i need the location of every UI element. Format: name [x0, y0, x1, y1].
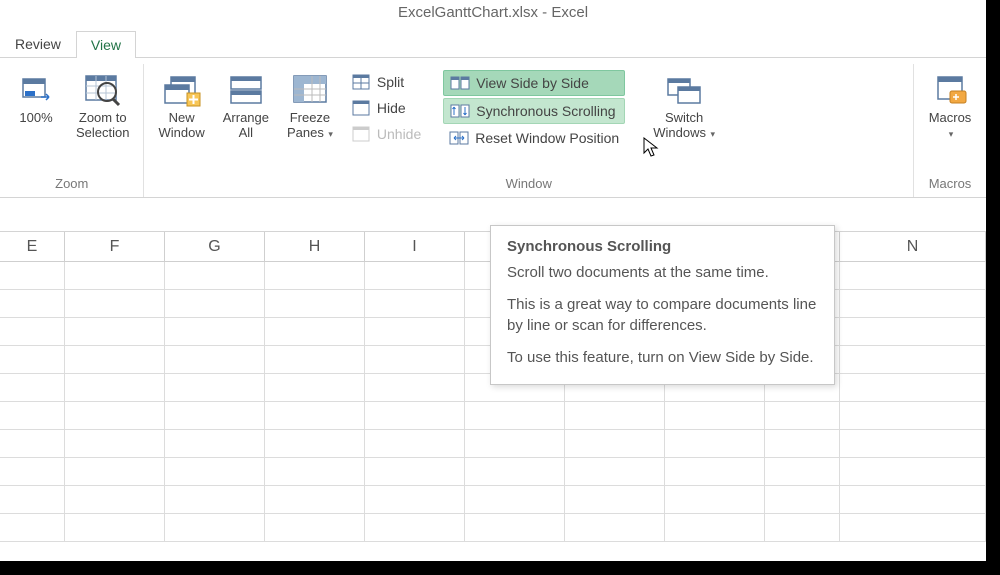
arrange-all-label: Arrange All	[223, 110, 269, 140]
freeze-panes-icon	[292, 70, 328, 110]
macros-label: Macros	[929, 110, 972, 125]
new-window-button[interactable]: New Window	[152, 66, 210, 174]
split-button[interactable]: Split	[345, 70, 427, 94]
new-window-label: New Window	[158, 110, 204, 140]
reset-window-icon	[449, 129, 469, 147]
zoom-selection-icon	[83, 70, 123, 110]
group-zoom-label: Zoom	[8, 174, 135, 195]
column-header[interactable]: E	[0, 232, 65, 261]
side-by-side-icon	[450, 74, 470, 92]
chevron-down-icon: ▾	[706, 129, 715, 139]
sync-scroll-icon	[450, 102, 470, 120]
tab-review[interactable]: Review	[0, 30, 76, 57]
column-header[interactable]: I	[365, 232, 465, 261]
arrange-all-button[interactable]: Arrange All	[217, 66, 275, 174]
group-window-label: Window	[152, 174, 905, 195]
zoom-to-selection-button[interactable]: Zoom to Selection	[70, 66, 135, 174]
reset-window-label: Reset Window Position	[475, 130, 619, 146]
group-macros-label: Macros	[922, 174, 978, 195]
window-title: ExcelGanttChart.xlsx - Excel	[398, 4, 588, 21]
column-header[interactable]: N	[840, 232, 986, 261]
synchronous-scrolling-button[interactable]: Synchronous Scrolling	[443, 98, 625, 124]
tooltip-p3: To use this feature, turn on View Side b…	[507, 348, 818, 368]
unhide-button: Unhide	[345, 122, 427, 146]
column-header[interactable]: H	[265, 232, 365, 261]
ribbon: 100% Zoom to Selection Zoom New Window	[0, 58, 986, 198]
freeze-panes-button[interactable]: Freeze Panes ▾	[281, 66, 339, 174]
column-header[interactable]: G	[165, 232, 265, 261]
hide-label: Hide	[377, 100, 406, 116]
macros-icon	[932, 70, 968, 110]
tooltip-p1: Scroll two documents at the same time.	[507, 263, 818, 283]
sync-scrolling-label: Synchronous Scrolling	[476, 103, 615, 119]
reset-window-position-button[interactable]: Reset Window Position	[443, 126, 625, 150]
hide-button[interactable]: Hide	[345, 96, 427, 120]
unhide-label: Unhide	[377, 126, 421, 142]
group-macros: Macros ▾ Macros	[914, 64, 986, 197]
switch-windows-icon	[664, 70, 704, 110]
title-bar: ExcelGanttChart.xlsx - Excel	[0, 0, 986, 28]
macros-button[interactable]: Macros ▾	[922, 66, 978, 174]
hide-icon	[351, 99, 371, 117]
unhide-icon	[351, 125, 371, 143]
split-icon	[351, 73, 371, 91]
arrange-all-icon	[229, 70, 263, 110]
zoom-100-button[interactable]: 100%	[8, 66, 64, 174]
group-window: New Window Arrange All Freeze Panes ▾	[144, 64, 914, 197]
tooltip-sync-scrolling: Synchronous Scrolling Scroll two documen…	[490, 225, 835, 385]
switch-windows-button[interactable]: Switch Windows ▾	[647, 66, 721, 174]
zoom-100-label: 100%	[19, 110, 52, 125]
view-side-by-side-label: View Side by Side	[476, 75, 589, 91]
view-side-by-side-button[interactable]: View Side by Side	[443, 70, 625, 96]
split-label: Split	[377, 74, 404, 90]
chevron-down-icon: ▾	[947, 129, 954, 139]
tab-view[interactable]: View	[76, 31, 136, 58]
switch-windows-label: Switch Windows	[653, 110, 706, 140]
tooltip-p2: This is a great way to compare documents…	[507, 295, 818, 336]
tooltip-title: Synchronous Scrolling	[507, 238, 818, 255]
zoom-selection-label: Zoom to Selection	[76, 110, 129, 140]
ribbon-tabs: Review View	[0, 28, 986, 58]
column-header[interactable]: F	[65, 232, 165, 261]
chevron-down-icon: ▾	[324, 129, 333, 139]
zoom-100-icon	[19, 70, 53, 110]
new-window-icon	[163, 70, 201, 110]
group-zoom: 100% Zoom to Selection Zoom	[0, 64, 144, 197]
